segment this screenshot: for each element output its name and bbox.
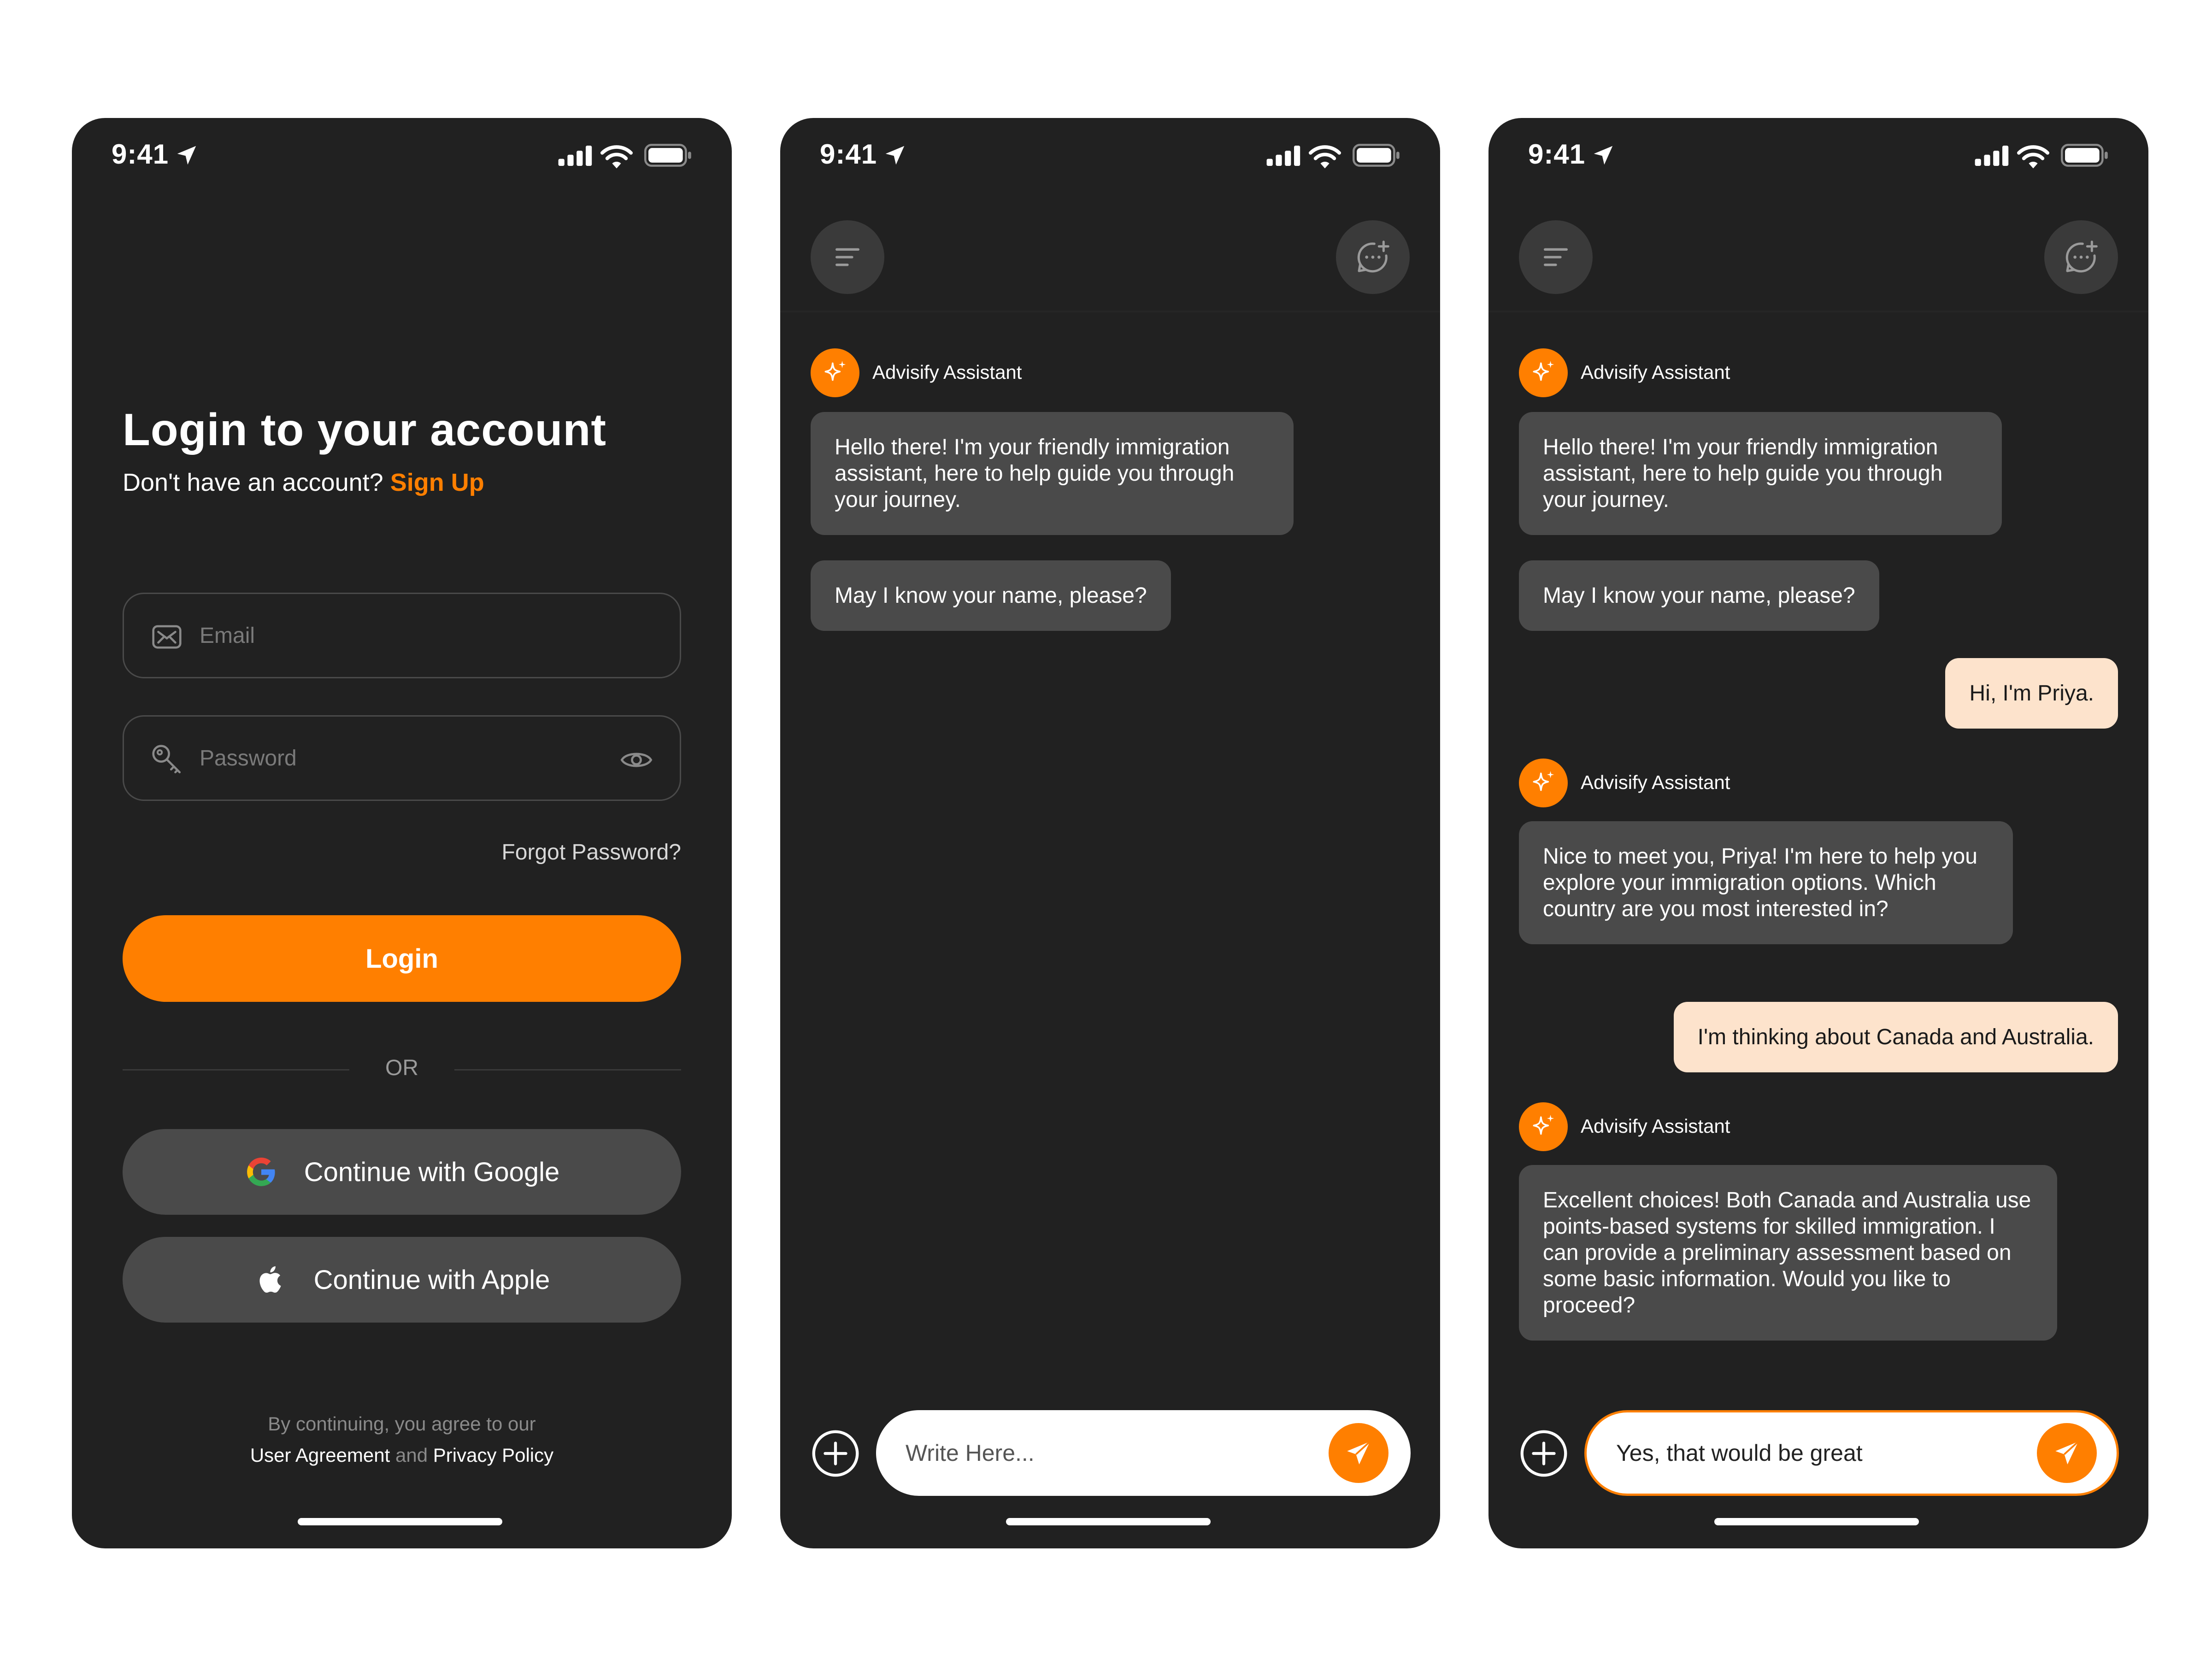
home-indicator [298, 1518, 502, 1525]
plus-icon[interactable] [811, 1429, 860, 1478]
apple-button-label: Continue with Apple [313, 1265, 550, 1295]
menu-button[interactable] [1519, 220, 1593, 294]
assistant-name: Advisify Assistant [1581, 771, 1730, 793]
status-bar: 9:41 [1488, 118, 2148, 201]
privacy-policy-link[interactable]: Privacy Policy [433, 1444, 553, 1466]
status-time: 9:41 [1528, 139, 1586, 170]
eye-icon[interactable] [619, 742, 654, 777]
password-field[interactable] [123, 715, 681, 801]
home-indicator [1714, 1518, 1919, 1525]
signup-prompt-text: Don't have an account? [123, 469, 390, 496]
wifi-icon [2017, 145, 2050, 169]
sparkle-icon [1533, 771, 1554, 791]
assistant-name: Advisify Assistant [1581, 1115, 1730, 1137]
send-icon [2055, 1441, 2079, 1465]
assistant-message: Nice to meet you, Priya! I'm here to hel… [1519, 821, 2013, 944]
assistant-message: May I know your name, please? [1519, 560, 1879, 631]
message-composer[interactable] [1584, 1410, 2119, 1496]
or-divider: OR [123, 1051, 681, 1088]
mail-icon [152, 625, 182, 649]
user-message: Hi, I'm Priya. [1945, 658, 2118, 729]
signup-link[interactable]: Sign Up [390, 469, 484, 496]
wifi-icon [1308, 145, 1341, 169]
assistant-message: May I know your name, please? [811, 560, 1171, 631]
google-icon [247, 1157, 275, 1186]
terms-notice: By continuing, you agree to our User Agr… [72, 1408, 732, 1471]
message-input[interactable] [906, 1410, 1311, 1496]
sparkle-icon [1533, 361, 1554, 381]
terms-line: By continuing, you agree to our [268, 1413, 536, 1435]
status-bar: 9:41 [72, 118, 732, 201]
battery-icon [644, 144, 691, 167]
email-input[interactable] [200, 594, 605, 677]
google-button-label: Continue with Google [304, 1157, 560, 1187]
location-arrow-icon [1594, 146, 1613, 165]
login-screen: 9:41 Login to your account Don't have an… [72, 118, 732, 1548]
or-label: OR [385, 1056, 418, 1080]
signup-prompt: Don't have an account? Sign Up [123, 468, 484, 497]
battery-icon [1353, 144, 1400, 167]
plus-icon[interactable] [1519, 1429, 1569, 1478]
battery-icon [2061, 144, 2108, 167]
signal-icon [558, 146, 592, 166]
message-composer[interactable] [876, 1410, 1411, 1496]
location-arrow-icon [177, 146, 196, 165]
status-time: 9:41 [820, 139, 877, 170]
new-chat-icon [1357, 241, 1389, 273]
wifi-icon [600, 145, 633, 169]
email-field[interactable] [123, 593, 681, 678]
location-arrow-icon [885, 146, 905, 165]
signal-icon [1266, 146, 1300, 166]
page-title: Login to your account [123, 404, 606, 455]
user-message: I'm thinking about Canada and Australia. [1673, 1002, 2118, 1072]
sparkle-icon [1533, 1115, 1554, 1135]
header-divider [780, 311, 1440, 312]
sparkle-icon [824, 361, 846, 381]
assistant-avatar [1519, 348, 1568, 397]
login-button[interactable]: Login [123, 915, 681, 1002]
assistant-name: Advisify Assistant [1581, 361, 1730, 383]
continue-with-google-button[interactable]: Continue with Google [123, 1129, 681, 1215]
user-agreement-link[interactable]: User Agreement [250, 1444, 390, 1466]
assistant-name: Advisify Assistant [872, 361, 1022, 383]
assistant-message: Hello there! I'm your friendly immigrati… [811, 412, 1294, 535]
terms-and: and [390, 1444, 433, 1466]
new-chat-button[interactable] [1336, 220, 1410, 294]
continue-with-apple-button[interactable]: Continue with Apple [123, 1237, 681, 1323]
password-input[interactable] [200, 717, 605, 800]
new-chat-icon [2065, 241, 2098, 273]
send-icon [1347, 1441, 1371, 1465]
assistant-avatar [1519, 759, 1568, 807]
apple-icon [259, 1266, 281, 1293]
send-button[interactable] [1329, 1423, 1388, 1483]
status-bar: 9:41 [780, 118, 1440, 201]
menu-icon [1544, 248, 1568, 266]
new-chat-button[interactable] [2044, 220, 2118, 294]
home-indicator [1006, 1518, 1211, 1525]
signal-icon [1975, 146, 2009, 166]
assistant-message: Hello there! I'm your friendly immigrati… [1519, 412, 2002, 535]
menu-icon [835, 248, 859, 266]
chat-screen-initial: 9:41 Advisify Assistant Hello there! I'm… [780, 118, 1440, 1548]
menu-button[interactable] [811, 220, 884, 294]
header-divider [1488, 311, 2148, 312]
divider-line [454, 1069, 681, 1071]
send-button[interactable] [2037, 1423, 2097, 1483]
assistant-avatar [1519, 1102, 1568, 1151]
chat-screen-conversation: 9:41 Advisify Assistant Hello there! I'm… [1488, 118, 2148, 1548]
key-icon [152, 745, 181, 774]
assistant-avatar [811, 348, 859, 397]
message-input[interactable] [1616, 1412, 2022, 1494]
assistant-message: Excellent choices! Both Canada and Austr… [1519, 1165, 2057, 1341]
forgot-password-link[interactable]: Forgot Password? [501, 840, 681, 865]
status-time: 9:41 [112, 139, 169, 170]
